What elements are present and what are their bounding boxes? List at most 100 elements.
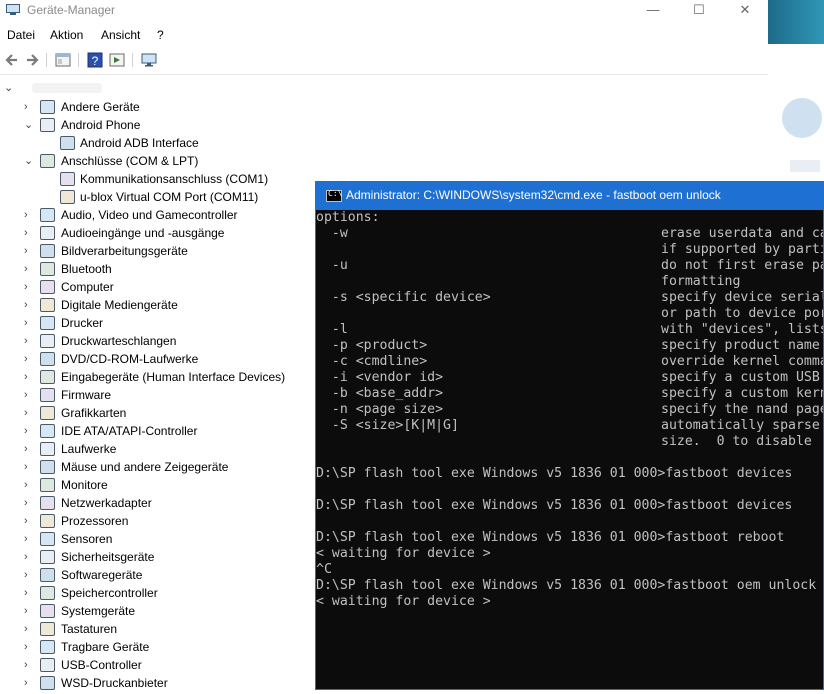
tree-item-label: Drucker — [61, 316, 104, 330]
tree-item-label: DVD/CD-ROM-Laufwerke — [61, 352, 199, 366]
tree-item-label: Anschlüsse (COM & LPT) — [61, 154, 199, 168]
device-category-icon — [40, 586, 55, 600]
console-line-left: -i <vendor id> — [316, 370, 444, 385]
device-category-icon — [40, 262, 55, 276]
device-category-icon — [40, 640, 55, 654]
menu-datei[interactable]: Datei — [7, 28, 35, 42]
tree-item-label: Speichercontroller — [61, 586, 158, 600]
console-line-right: do not first erase pa — [661, 258, 823, 273]
chevron-right-icon[interactable]: › — [24, 548, 36, 566]
chevron-right-icon[interactable]: › — [24, 674, 36, 692]
chevron-down-icon[interactable]: ⌄ — [24, 152, 36, 170]
tree-item-label: Grafikkarten — [61, 406, 127, 420]
chevron-right-icon[interactable]: › — [24, 224, 36, 242]
chevron-right-icon[interactable]: › — [24, 296, 36, 314]
tree-category-item[interactable]: › Andere Geräte — [24, 98, 624, 116]
properties-icon[interactable] — [54, 51, 72, 69]
back-icon[interactable] — [3, 51, 21, 69]
console-line-right: specify device serial — [661, 290, 823, 305]
chevron-right-icon[interactable]: › — [24, 620, 36, 638]
chevron-right-icon[interactable]: › — [24, 602, 36, 620]
tree-item-label: Digitale Mediengeräte — [61, 298, 178, 312]
chevron-right-icon[interactable]: › — [24, 494, 36, 512]
chevron-right-icon[interactable]: › — [24, 242, 36, 260]
forward-icon[interactable] — [23, 51, 41, 69]
device-manager-app-icon — [6, 4, 20, 15]
console-line-right: automatically sparse — [661, 418, 820, 433]
background-cloud-icon — [782, 98, 822, 138]
tree-item-label: Bluetooth — [61, 262, 112, 276]
chevron-right-icon[interactable]: › — [24, 530, 36, 548]
chevron-right-icon[interactable]: › — [24, 278, 36, 296]
tree-item-label: IDE ATA/ATAPI-Controller — [61, 424, 198, 438]
tree-category-item[interactable]: ⌄ Android Phone — [24, 116, 624, 134]
chevron-down-icon[interactable]: ⌄ — [24, 116, 36, 134]
device-category-icon — [40, 478, 55, 492]
tree-item-label: USB-Controller — [61, 658, 142, 672]
tree-item-label: Tastaturen — [61, 622, 118, 636]
minimize-button[interactable]: — — [630, 0, 676, 20]
console-line-left: D:\SP flash tool exe Windows v5 1836 01 … — [316, 578, 817, 593]
console-line-left: -p <product> — [316, 338, 428, 353]
maximize-button[interactable]: ☐ — [676, 0, 722, 20]
device-category-icon — [40, 460, 55, 474]
chevron-right-icon[interactable]: › — [24, 440, 36, 458]
chevron-right-icon[interactable]: › — [24, 422, 36, 440]
console-line-left: -w — [316, 226, 348, 241]
tree-item-label: Softwaregeräte — [61, 568, 143, 582]
console-line-left: -l — [316, 322, 348, 337]
menu-ansicht[interactable]: Ansicht — [101, 28, 140, 42]
chevron-right-icon[interactable]: › — [24, 566, 36, 584]
device-category-icon — [40, 226, 55, 240]
console-line-right: specify the nand page — [661, 402, 823, 417]
tree-item-label: Computer — [61, 280, 114, 294]
chevron-down-icon[interactable]: ⌄ — [4, 81, 13, 94]
chevron-right-icon[interactable]: › — [24, 656, 36, 674]
chevron-right-icon[interactable]: › — [24, 512, 36, 530]
device-category-icon — [40, 352, 55, 366]
tree-child-item[interactable]: Android ADB Interface — [42, 134, 642, 152]
tree-item-label: Monitore — [61, 478, 108, 492]
device-manager-titlebar[interactable]: Geräte-Manager — ☐ ✕ — [0, 0, 768, 22]
chevron-right-icon[interactable]: › — [24, 638, 36, 656]
computer-name-redacted — [32, 83, 102, 93]
console-line-left: -b <base_addr> — [316, 386, 444, 401]
chevron-right-icon[interactable]: › — [24, 458, 36, 476]
console-line-left: options: — [316, 210, 380, 225]
chevron-right-icon[interactable]: › — [24, 260, 36, 278]
chevron-right-icon[interactable]: › — [24, 476, 36, 494]
help-icon[interactable]: ? — [86, 51, 104, 69]
cmd-console-output[interactable]: options: -w erase userdata and ca if suppo… — [316, 210, 823, 689]
console-line-left: -s <specific device> — [316, 290, 491, 305]
menu-help[interactable]: ? — [157, 28, 164, 42]
background-window-fragment — [790, 160, 820, 172]
tree-item-label: Systemgeräte — [61, 604, 136, 618]
console-line-right: or path to device por — [661, 306, 823, 321]
chevron-right-icon[interactable]: › — [24, 368, 36, 386]
chevron-right-icon[interactable]: › — [24, 314, 36, 332]
tree-category-item[interactable]: ⌄ Anschlüsse (COM & LPT) — [24, 152, 624, 170]
device-category-icon — [40, 208, 55, 222]
chevron-right-icon[interactable]: › — [24, 386, 36, 404]
cmd-titlebar[interactable]: C:\ Administrator: C:\WINDOWS\system32\c… — [316, 182, 823, 210]
device-category-icon — [40, 370, 55, 384]
menu-aktion[interactable]: Aktion — [50, 28, 83, 42]
tree-item-label: Bildverarbeitungsgeräte — [61, 244, 188, 258]
console-line-right: specify product name — [661, 338, 820, 353]
close-button[interactable]: ✕ — [722, 0, 768, 20]
chevron-right-icon[interactable]: › — [24, 98, 36, 116]
monitor-icon[interactable] — [140, 51, 158, 69]
show-hidden-icon[interactable] — [108, 51, 126, 69]
console-line-left: -S <size>[K|M|G] — [316, 418, 459, 433]
device-category-icon — [40, 568, 55, 582]
device-category-icon — [40, 280, 55, 294]
console-line-right: with "devices", lists — [661, 322, 823, 337]
chevron-right-icon[interactable]: › — [24, 404, 36, 422]
tree-item-label: Druckwarteschlangen — [61, 334, 177, 348]
console-line-left: ^C — [316, 562, 332, 577]
device-category-icon — [40, 334, 55, 348]
chevron-right-icon[interactable]: › — [24, 332, 36, 350]
chevron-right-icon[interactable]: › — [24, 584, 36, 602]
chevron-right-icon[interactable]: › — [24, 206, 36, 224]
chevron-right-icon[interactable]: › — [24, 350, 36, 368]
